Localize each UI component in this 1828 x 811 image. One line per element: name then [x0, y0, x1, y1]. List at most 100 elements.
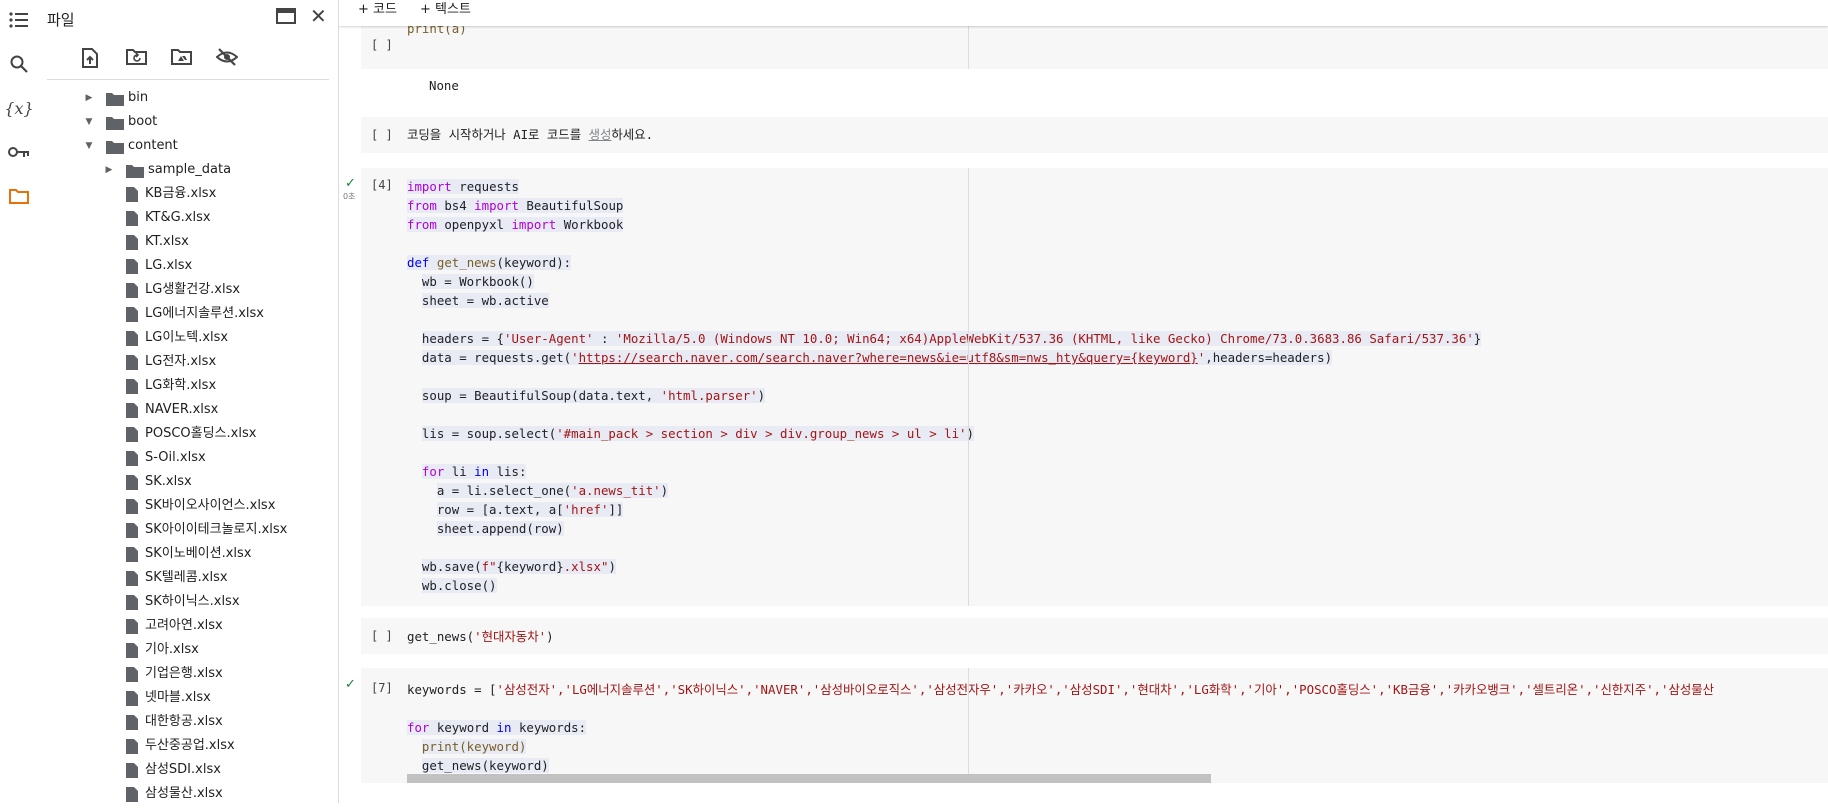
tok: keywords:: [518, 720, 587, 735]
file-row[interactable]: SK아이이테크놀로지.xlsx: [38, 518, 318, 542]
tree-item-label: LG화학.xlsx: [145, 378, 217, 393]
refresh-folder-icon[interactable]: [126, 48, 148, 70]
file-row[interactable]: LG에너지솔루션.xlsx: [38, 302, 318, 326]
tok: (keyword):: [496, 255, 572, 270]
hide-files-icon[interactable]: [215, 48, 239, 70]
tree-item-label: SK텔레콤.xlsx: [145, 570, 228, 585]
file-row[interactable]: LG전자.xlsx: [38, 350, 318, 374]
file-row[interactable]: LG화학.xlsx: [38, 374, 318, 398]
chevron-down-icon[interactable]: ▼: [84, 110, 94, 134]
tree-item-label: 기업은행.xlsx: [145, 666, 223, 681]
folder-row[interactable]: ▼ content: [38, 134, 318, 158]
str: f": [481, 559, 497, 574]
file-row[interactable]: SK바이오사이언스.xlsx: [38, 494, 318, 518]
str: 'Mozilla/5.0 (Windows NT 10.0; Win64; x6…: [615, 331, 1474, 346]
tok: wb = Workbook(): [421, 274, 534, 289]
file-row[interactable]: 삼성물산.xlsx: [38, 782, 318, 806]
file-row[interactable]: 고려아연.xlsx: [38, 614, 318, 638]
search-icon[interactable]: [7, 52, 31, 76]
tok: keywords = [: [407, 682, 497, 697]
code-cell-2[interactable]: [ ] 코딩을 시작하거나 AI로 코드를 생성하세요.: [361, 117, 1828, 153]
kw: from: [407, 198, 437, 213]
cell-placeholder[interactable]: 코딩을 시작하거나 AI로 코드를 생성하세요.: [407, 125, 653, 144]
file-row[interactable]: 넷마블.xlsx: [38, 686, 318, 710]
tok: li: [451, 464, 467, 479]
file-row[interactable]: 대한항공.xlsx: [38, 710, 318, 734]
tree-item-label: SK.xlsx: [145, 474, 192, 489]
generate-link[interactable]: 생성: [589, 127, 612, 142]
chevron-right-icon[interactable]: ▶: [84, 86, 94, 110]
tok: a = li.select_one(: [436, 483, 572, 498]
execution-count[interactable]: [7]: [371, 681, 393, 695]
table-of-contents-icon[interactable]: [7, 8, 31, 32]
cell-code[interactable]: import requests from bs4 import Beautifu…: [407, 177, 1482, 595]
run-cell-button[interactable]: [ ]: [371, 629, 393, 643]
file-row[interactable]: LG.xlsx: [38, 254, 318, 278]
variables-icon[interactable]: {x}: [4, 96, 33, 120]
open-in-tab-icon[interactable]: [276, 8, 296, 26]
execution-count[interactable]: [4]: [371, 178, 393, 192]
tree-item-label: KB금융.xlsx: [145, 186, 217, 201]
cell-code[interactable]: keywords = ['삼성전자','LG에너지솔루션','SK하이닉스','…: [407, 680, 1714, 775]
mount-drive-icon[interactable]: [171, 48, 193, 70]
file-row[interactable]: 기업은행.xlsx: [38, 662, 318, 686]
run-cell-button[interactable]: [ ]: [371, 128, 393, 142]
file-row[interactable]: NAVER.xlsx: [38, 398, 318, 422]
file-row[interactable]: LG생활건강.xlsx: [38, 278, 318, 302]
file-row[interactable]: 두산중공업.xlsx: [38, 734, 318, 758]
tok: sheet = wb.active: [421, 293, 549, 308]
file-row[interactable]: 삼성SDI.xlsx: [38, 758, 318, 782]
chevron-right-icon[interactable]: ▶: [104, 158, 114, 182]
code-cell-3[interactable]: [4] import requests from bs4 import Beau…: [361, 168, 1828, 606]
file-row[interactable]: S-Oil.xlsx: [38, 446, 318, 470]
file-row[interactable]: LG이노텍.xlsx: [38, 326, 318, 350]
tree-item-label: content: [128, 138, 178, 153]
file-browser-panel: 파일 ✕ ▶ bin ▼ boot ▼ content ▶ sample_data KB금융.x…: [38, 0, 373, 806]
tree-item-label: 삼성SDI.xlsx: [145, 762, 221, 777]
add-code-button[interactable]: + 코드: [358, 0, 397, 20]
tok: keyword: [436, 720, 490, 735]
tree-item-label: LG이노텍.xlsx: [145, 330, 229, 345]
url-link[interactable]: https://search.naver.com/search.naver?wh…: [579, 350, 1198, 365]
horizontal-scrollbar[interactable]: [407, 774, 1211, 783]
chevron-down-icon[interactable]: ▼: [84, 134, 94, 158]
tree-item-label: 고려아연.xlsx: [145, 618, 223, 633]
file-row[interactable]: KT.xlsx: [38, 230, 318, 254]
code-cell-5[interactable]: [7] keywords = ['삼성전자','LG에너지솔루션','SK하이닉…: [361, 668, 1828, 783]
upload-file-icon[interactable]: [81, 48, 103, 70]
activity-rail: {x}: [0, 0, 38, 803]
cell-code[interactable]: get_news('현대자동차'): [407, 627, 554, 646]
folder-row[interactable]: ▼ boot: [38, 110, 318, 134]
key-icon[interactable]: [7, 140, 31, 164]
str: '#main_pack > section > div > div.group_…: [556, 426, 967, 441]
add-text-button[interactable]: + 텍스트: [420, 0, 471, 20]
folder-row[interactable]: ▶ sample_data: [38, 158, 318, 182]
tok: lis = soup.select(: [421, 426, 557, 441]
file-row[interactable]: SK이노베이션.xlsx: [38, 542, 318, 566]
notebook-area: + 코드 + 텍스트 [ ] print(a) None [ ] 코딩을 시작하…: [339, 0, 1828, 803]
folder-row[interactable]: ▶ bin: [38, 86, 318, 110]
success-check-icon: ✓: [345, 176, 356, 191]
code-cell-4[interactable]: [ ] get_news('현대자동차'): [361, 618, 1828, 654]
tok: ): [546, 629, 554, 644]
str: ': [571, 350, 579, 365]
file-row[interactable]: KB금융.xlsx: [38, 182, 318, 206]
file-row[interactable]: POSCO홀딩스.xlsx: [38, 422, 318, 446]
tree-item-label: KT.xlsx: [145, 234, 189, 249]
file-row[interactable]: 기아.xlsx: [38, 638, 318, 662]
run-cell-button[interactable]: [ ]: [371, 38, 393, 52]
tok: wb.save(: [421, 559, 482, 574]
close-icon[interactable]: ✕: [310, 6, 327, 26]
kw: for: [407, 720, 430, 735]
file-row[interactable]: SK하이닉스.xlsx: [38, 590, 318, 614]
panel-title: 파일: [47, 11, 75, 29]
str: 'User-Agent': [503, 331, 594, 346]
str: '삼성전자','LG에너지솔루션','SK하이닉스','NAVER','삼성바이…: [496, 682, 1715, 697]
file-row[interactable]: SK텔레콤.xlsx: [38, 566, 318, 590]
file-row[interactable]: SK.xlsx: [38, 470, 318, 494]
kw: import: [407, 179, 452, 194]
tok: soup = BeautifulSoup(data.text,: [421, 388, 661, 403]
tok: openpyxl: [444, 217, 504, 232]
file-row[interactable]: KT&G.xlsx: [38, 206, 318, 230]
folder-icon[interactable]: [7, 184, 31, 208]
